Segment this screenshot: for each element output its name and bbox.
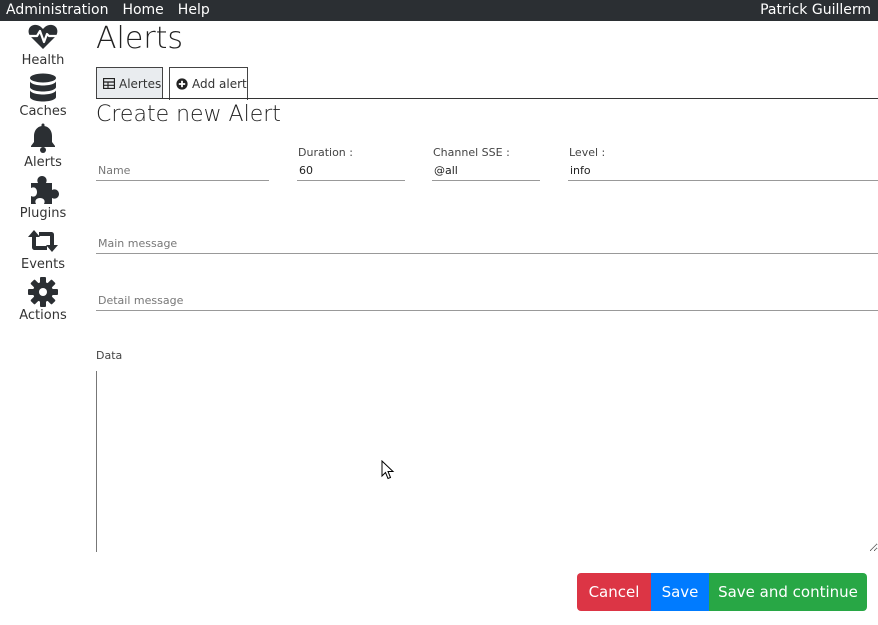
tab-alertes[interactable]: Alertes [96,67,163,99]
tab-label: Add alert [192,77,247,91]
top-menu: Administration Home Help [6,2,210,18]
tab-add-alert[interactable]: Add alert [169,67,248,100]
plus-circle-icon [176,78,188,90]
sidebar-item-plugins[interactable]: Plugins [0,174,86,225]
page-title: Alerts [96,21,184,56]
sidebar-item-label: Events [20,257,65,272]
name-field[interactable] [96,161,269,181]
data-textarea[interactable] [96,371,878,552]
tab-label: Alertes [119,76,162,91]
sidebar-item-label: Plugins [19,206,67,221]
menu-administration[interactable]: Administration [6,2,108,18]
sidebar-item-label: Actions [19,308,67,323]
sidebar-item-label: Alerts [24,155,62,170]
database-icon [30,73,56,102]
menu-home[interactable]: Home [122,2,163,18]
tabs-divider [96,98,878,99]
table-icon [103,78,115,89]
save-and-continue-button[interactable]: Save and continue [709,573,867,611]
sidebar-item-caches[interactable]: Caches [0,72,86,123]
duration-label: Duration : [298,146,353,159]
sidebar-item-health[interactable]: Health [0,21,86,72]
user-name[interactable]: Patrick Guillerm [760,2,871,18]
mouse-cursor-icon [381,460,395,480]
gear-icon [28,277,58,307]
bell-icon [31,123,55,153]
sidebar-item-label: Caches [19,104,67,119]
sidebar-item-events[interactable]: Events [0,225,86,276]
section-title: Create new Alert [96,102,281,127]
data-label: Data [96,349,123,362]
menu-help[interactable]: Help [178,2,210,18]
top-navbar: Administration Home Help Patrick Guiller… [0,0,878,21]
channel-field[interactable] [432,161,540,181]
level-label: Level : [569,146,606,159]
sidebar-item-label: Health [21,53,65,68]
cancel-button[interactable]: Cancel [577,573,651,611]
channel-label: Channel SSE : [433,146,510,159]
sidebar-item-alerts[interactable]: Alerts [0,123,86,174]
detail-message-field[interactable] [96,291,878,311]
level-field[interactable] [568,161,878,181]
puzzle-icon [31,176,59,204]
sidebar-item-actions[interactable]: Actions [0,276,86,327]
heart-pulse-icon [28,24,58,49]
main-message-field[interactable] [96,234,878,254]
retweet-icon [28,230,58,252]
save-button[interactable]: Save [651,573,709,611]
duration-field[interactable] [297,161,405,181]
